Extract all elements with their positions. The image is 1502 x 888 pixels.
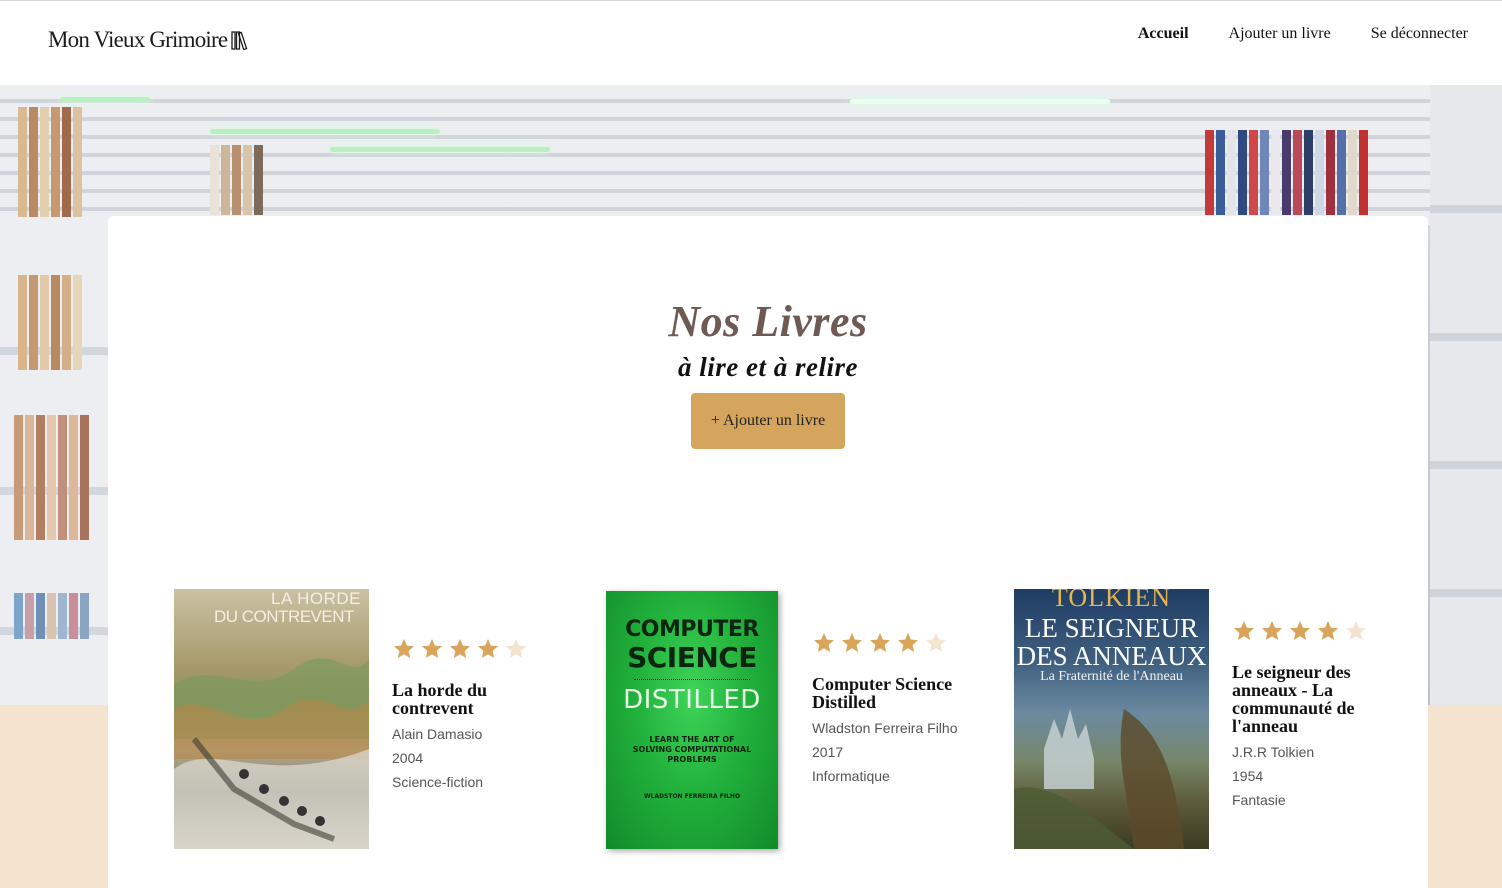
book-genre: Informatique (812, 768, 890, 784)
book-author: Wladston Ferreira Filho (812, 720, 958, 736)
nav-accueil[interactable]: Accueil (1138, 25, 1189, 43)
page-subtitle: à lire et à relire (678, 352, 858, 382)
book-author: J.R.R Tolkien (1232, 744, 1315, 760)
book-title[interactable]: La horde du contrevent (392, 681, 562, 717)
main-nav: Accueil Ajouter un livre Se déconnecter (1138, 25, 1468, 43)
rating-stars (392, 637, 562, 661)
page-title: Nos Livres (668, 297, 868, 346)
star-icon (1262, 621, 1282, 640)
rating-stars (1232, 619, 1372, 643)
book-title[interactable]: Le seigneur des anneaux - La communauté … (1232, 663, 1372, 735)
star-icon (870, 633, 890, 652)
site-header: Mon Vieux Grimoire Accueil Ajouter un li… (0, 0, 1502, 85)
star-icon (926, 633, 946, 652)
cover-title-line1: LE SEIGNEUR (1024, 613, 1199, 643)
rating-stars (812, 631, 962, 655)
star-icon (1234, 621, 1254, 640)
star-icon (1318, 621, 1338, 640)
star-icon (422, 639, 442, 658)
book-year: 2004 (392, 750, 424, 766)
cover-title-line1: LA HORDE (271, 589, 361, 608)
star-icon (1346, 621, 1366, 640)
book-card[interactable]: TOLKIEN LE SEIGNEUR DES ANNEAUX La Frate… (1014, 589, 1374, 849)
cover-title-line2: DES ANNEAUX (1016, 641, 1207, 671)
star-icon (842, 633, 862, 652)
star-icon (898, 633, 918, 652)
add-book-button[interactable]: + Ajouter un livre (691, 393, 845, 449)
cover-author-text: TOLKIEN (1051, 589, 1172, 612)
book-author: Alain Damasio (392, 726, 483, 742)
cover-title-line2: SCIENCE (627, 641, 757, 674)
logo-text: Mon Vieux Grimoire (48, 27, 228, 52)
cover-title-line3: DISTILLED (623, 685, 761, 715)
book-genre: Fantasie (1232, 792, 1286, 808)
book-title[interactable]: Computer Science Distilled (812, 675, 962, 711)
star-icon (506, 639, 526, 658)
book-cover-image: COMPUTER SCIENCE DISTILLED LEARN THE ART… (606, 591, 778, 849)
books-icon (231, 31, 248, 50)
book-cover-image: TOLKIEN LE SEIGNEUR DES ANNEAUX La Frate… (1014, 589, 1209, 849)
star-icon (814, 633, 834, 652)
cover-subtitle: La Fraternité de l'Anneau (1040, 669, 1183, 684)
star-icon (450, 639, 470, 658)
cover-title-line2: DU CONTREVENT (214, 607, 354, 626)
nav-ajouter-livre[interactable]: Ajouter un livre (1229, 25, 1331, 43)
star-icon (478, 639, 498, 658)
nav-deconnexion[interactable]: Se déconnecter (1371, 25, 1468, 43)
site-logo[interactable]: Mon Vieux Grimoire (48, 27, 249, 53)
cover-title-line1: COMPUTER (625, 617, 759, 642)
book-card[interactable]: LA HORDE DU CONTREVENT La horde du contr… (174, 589, 564, 849)
books-section: Nos Livres à lire et à relire + Ajouter … (108, 216, 1428, 888)
star-icon (394, 639, 414, 658)
book-cover-image: LA HORDE DU CONTREVENT (174, 589, 369, 849)
book-year: 1954 (1232, 768, 1264, 784)
cover-tagline: LEARN THE ART OF SOLVING COMPUTATIONAL P… (632, 735, 752, 764)
book-genre: Science-fiction (392, 774, 484, 790)
book-year: 2017 (812, 744, 844, 760)
star-icon (1290, 621, 1310, 640)
cover-author: WLADSTON FERREIRA FILHO (643, 793, 741, 800)
book-card[interactable]: COMPUTER SCIENCE DISTILLED LEARN THE ART… (606, 589, 966, 849)
